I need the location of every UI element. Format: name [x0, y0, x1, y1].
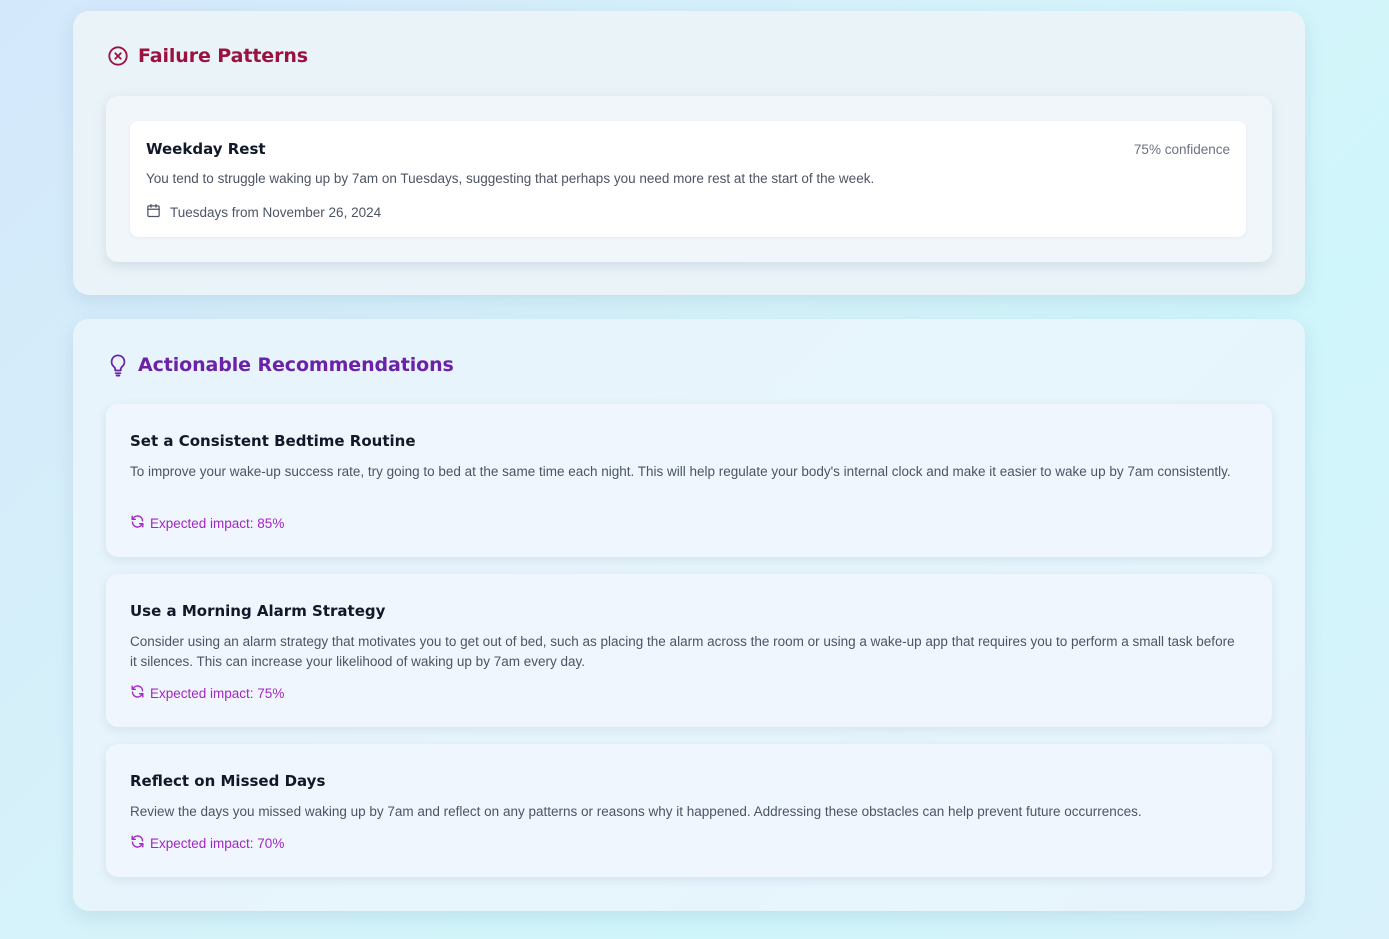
recommendations-title: Actionable Recommendations [138, 354, 454, 376]
recommendations-header: Actionable Recommendations [107, 353, 454, 377]
refresh-icon [130, 834, 150, 852]
failure-pattern-title: Weekday Rest [146, 140, 266, 158]
failure-pattern-item[interactable]: Weekday Rest 75% confidence You tend to … [130, 121, 1246, 237]
lightbulb-icon [107, 353, 129, 377]
failure-pattern-card: Weekday Rest 75% confidence You tend to … [106, 96, 1272, 262]
expected-impact: Expected impact: 85% [130, 514, 284, 532]
failure-pattern-dates: Tuesdays from November 26, 2024 [146, 203, 381, 221]
recommendations-panel: Actionable Recommendations Set a Consist… [73, 319, 1305, 911]
refresh-icon [130, 684, 150, 702]
failure-pattern-dates-text: Tuesdays from November 26, 2024 [170, 204, 382, 220]
failure-patterns-title: Failure Patterns [138, 45, 309, 67]
recommendation-card[interactable]: Use a Morning Alarm Strategy Consider us… [106, 574, 1272, 727]
recommendation-title: Set a Consistent Bedtime Routine [130, 432, 416, 450]
expected-impact-text: Expected impact: 75% [150, 685, 285, 701]
refresh-icon [130, 514, 150, 532]
expected-impact: Expected impact: 75% [130, 684, 284, 702]
expected-impact-text: Expected impact: 85% [150, 515, 285, 531]
x-circle-icon [107, 45, 129, 67]
expected-impact: Expected impact: 70% [130, 834, 284, 852]
recommendation-card[interactable]: Reflect on Missed Days Review the days y… [106, 744, 1272, 877]
failure-pattern-description: You tend to struggle waking up by 7am on… [146, 171, 875, 186]
recommendation-title: Reflect on Missed Days [130, 772, 326, 790]
failure-patterns-header: Failure Patterns [107, 45, 308, 67]
recommendation-title: Use a Morning Alarm Strategy [130, 602, 386, 620]
expected-impact-text: Expected impact: 70% [150, 835, 285, 851]
calendar-icon [146, 203, 170, 221]
recommendation-description: To improve your wake-up success rate, tr… [130, 464, 1231, 479]
confidence-badge: 75% confidence [1133, 142, 1230, 157]
failure-patterns-panel: Failure Patterns Weekday Rest 75% confid… [73, 11, 1305, 295]
recommendation-card[interactable]: Set a Consistent Bedtime Routine To impr… [106, 404, 1272, 557]
recommendation-description: Review the days you missed waking up by … [130, 804, 1142, 819]
recommendation-description: Consider using an alarm strategy that mo… [130, 634, 1235, 669]
